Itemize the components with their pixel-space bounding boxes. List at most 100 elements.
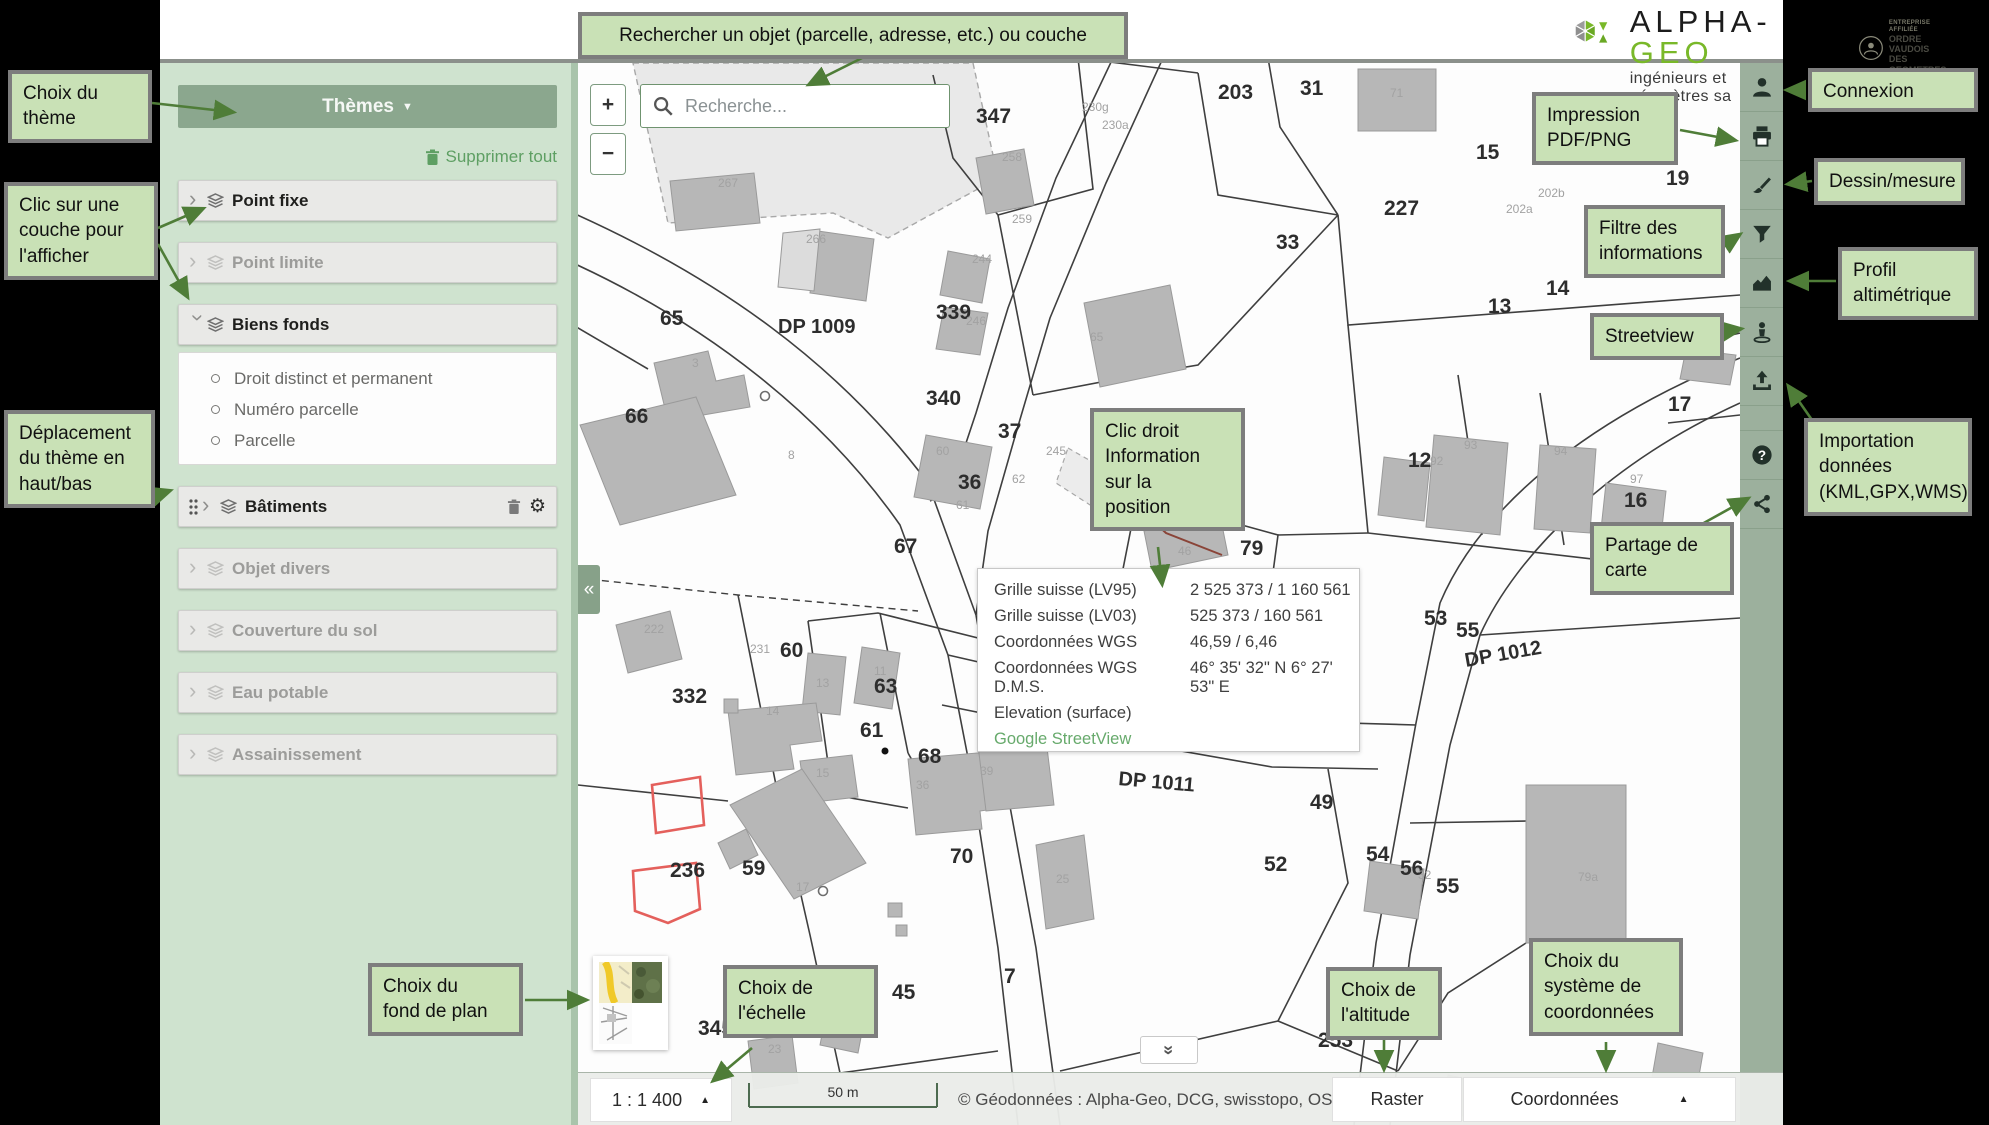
draw-measure-button[interactable] [1740, 161, 1783, 210]
scale-bar-label: 50 m [748, 1084, 938, 1100]
position-info-popup: Grille suisse (LV95)2 525 373 / 1 160 56… [977, 568, 1360, 752]
map-label: 60 [936, 444, 950, 458]
zoom-out-button[interactable]: − [590, 133, 626, 175]
elevation-profile-button[interactable] [1740, 259, 1783, 308]
callout-import-data: Importationdonnées(KML,GPX,WMS) [1804, 418, 1972, 516]
search-icon [653, 96, 673, 116]
map-label: 202a [1506, 202, 1533, 216]
gear-icon[interactable]: ⚙ [529, 497, 546, 516]
popup-row: Coordonnées WGS46,59 / 6,46 [994, 633, 1359, 651]
map-label: 244 [972, 252, 992, 266]
google-streetview-link[interactable]: Google StreetView [994, 730, 1359, 749]
scale-select[interactable]: 1 : 1 400▲ [590, 1078, 732, 1122]
layer-label: Objet divers [232, 559, 546, 579]
help-button[interactable]: ? [1740, 431, 1783, 480]
search-input[interactable] [683, 95, 927, 118]
import-data-button[interactable] [1740, 357, 1783, 406]
map-label: 55 [1456, 619, 1480, 642]
zoom-in-button[interactable]: + [590, 84, 626, 126]
map-label: 66 [625, 405, 648, 428]
layer-children-panel: Droit distinct et permanentNuméro parcel… [178, 352, 557, 465]
streetview-button[interactable] [1740, 308, 1783, 357]
map-label: 54 [1366, 843, 1390, 866]
map-label: 11 [874, 664, 887, 678]
chevron-up-icon: ▲ [700, 1095, 710, 1106]
layer-row-b-timents[interactable]: ›Bâtiments⚙ [178, 486, 557, 527]
map-label: 52 [1264, 853, 1287, 876]
map-label: 12 [1408, 449, 1431, 472]
callout-line: fond de plan [383, 999, 508, 1024]
selected-parcels [633, 777, 704, 923]
map-label: 347 [976, 105, 1011, 128]
map-label: 13 [1488, 295, 1511, 318]
callout-line: Choix du [1544, 949, 1668, 974]
callout-line: Impression [1547, 103, 1663, 128]
callout-line: Choix de [1341, 978, 1427, 1003]
login-button[interactable] [1740, 63, 1783, 112]
basemap-switcher[interactable] [593, 956, 668, 1050]
app-canvas: 3472033115192273333965340663736677912131… [0, 0, 1989, 1125]
chevron-up-icon: ▲ [1679, 1094, 1689, 1105]
chevron-icon[interactable]: › [189, 556, 207, 578]
clicked-position-marker [882, 748, 889, 755]
map-label: 45 [892, 981, 916, 1004]
right-toolbar: ? [1740, 63, 1783, 1125]
chevron-icon[interactable]: › [189, 680, 207, 702]
chevron-icon[interactable]: › [187, 314, 209, 332]
sublayer-parcelle[interactable]: Parcelle [179, 425, 556, 456]
layer-row-biens-fonds[interactable]: ›Biens fonds [178, 304, 557, 345]
help-icon: ? [1751, 444, 1773, 466]
layers-icon [220, 499, 237, 514]
layer-row-eau-potable[interactable]: ›Eau potable [178, 672, 557, 713]
map-label: 46 [1178, 544, 1192, 558]
map-label: 222 [644, 622, 664, 636]
sublayer-droit-distinct-et-permanent[interactable]: Droit distinct et permanent [179, 363, 556, 394]
filter-info-button[interactable] [1740, 210, 1783, 259]
layer-row-assainissement[interactable]: › Assainissement [178, 734, 557, 775]
sublayer-num-ro-parcelle[interactable]: Numéro parcelle [179, 394, 556, 425]
logo-name: ALPHA-GEO [1630, 6, 1792, 68]
area-chart-icon [1751, 272, 1773, 294]
print-button[interactable] [1740, 112, 1783, 161]
chevron-icon[interactable]: › [189, 188, 207, 210]
share-map-button[interactable] [1740, 480, 1783, 529]
map-label: 340 [926, 387, 961, 410]
callout-line: données [1819, 454, 1957, 479]
layer-row-couverture-du-sol[interactable]: ›Couverture du sol [178, 610, 557, 651]
layer-row-objet-divers[interactable]: › Objet divers [178, 548, 557, 589]
themes-dropdown[interactable]: Thèmes▼ [178, 85, 557, 128]
clear-all-button[interactable]: Supprimer tout [178, 147, 557, 167]
layer-list: ›Point fixe ›Point limite ›Biens fonds Droi… [178, 180, 557, 796]
map-label: 79 [1240, 537, 1263, 560]
bottom-panel-expand-button[interactable]: » [1140, 1036, 1198, 1064]
layer-row-point-fixe[interactable]: ›Point fixe [178, 180, 557, 221]
elevation-source-select[interactable]: Raster [1332, 1077, 1462, 1122]
svg-text:?: ? [1757, 448, 1765, 463]
map-label: 93 [1464, 438, 1478, 452]
chevron-icon[interactable]: › [202, 494, 220, 516]
toolbar-spacer [1740, 406, 1783, 431]
callout-line: Choix de [738, 976, 863, 1001]
bottom-bar: 1 : 1 400▲ 50 m © Géodonnées : Alpha-Geo… [578, 1072, 1783, 1125]
layer-row-point-limite[interactable]: ›Point limite [178, 242, 557, 283]
trash-icon[interactable] [507, 499, 521, 515]
chevron-icon[interactable]: › [189, 618, 207, 640]
ordre-vaudois-badge: ENTREPRISE AFFILIÉE ORDRE VAUDOIS DES GE… [1858, 20, 1953, 75]
sidebar-collapse-button[interactable]: « [578, 565, 600, 614]
callout-line: carte [1605, 558, 1719, 583]
callout-line: thème [23, 106, 137, 131]
map-label: 65 [1090, 330, 1104, 344]
coordinate-system-select[interactable]: Coordonnées▲ [1463, 1077, 1736, 1122]
map-label: 15 [1476, 141, 1500, 164]
layer-label: Assainissement [232, 745, 546, 765]
map-label: 17 [1668, 393, 1691, 416]
map-label: 59 [742, 857, 765, 880]
popup-row: Elevation (surface) [994, 704, 1359, 722]
callout-line: Partage de [1605, 533, 1719, 558]
user-icon [1751, 76, 1773, 98]
chevron-icon[interactable]: › [189, 742, 207, 764]
upload-icon [1751, 370, 1773, 392]
map-label: 236 [670, 859, 705, 882]
map-label: 63 [874, 675, 897, 698]
chevron-icon[interactable]: › [189, 250, 207, 272]
